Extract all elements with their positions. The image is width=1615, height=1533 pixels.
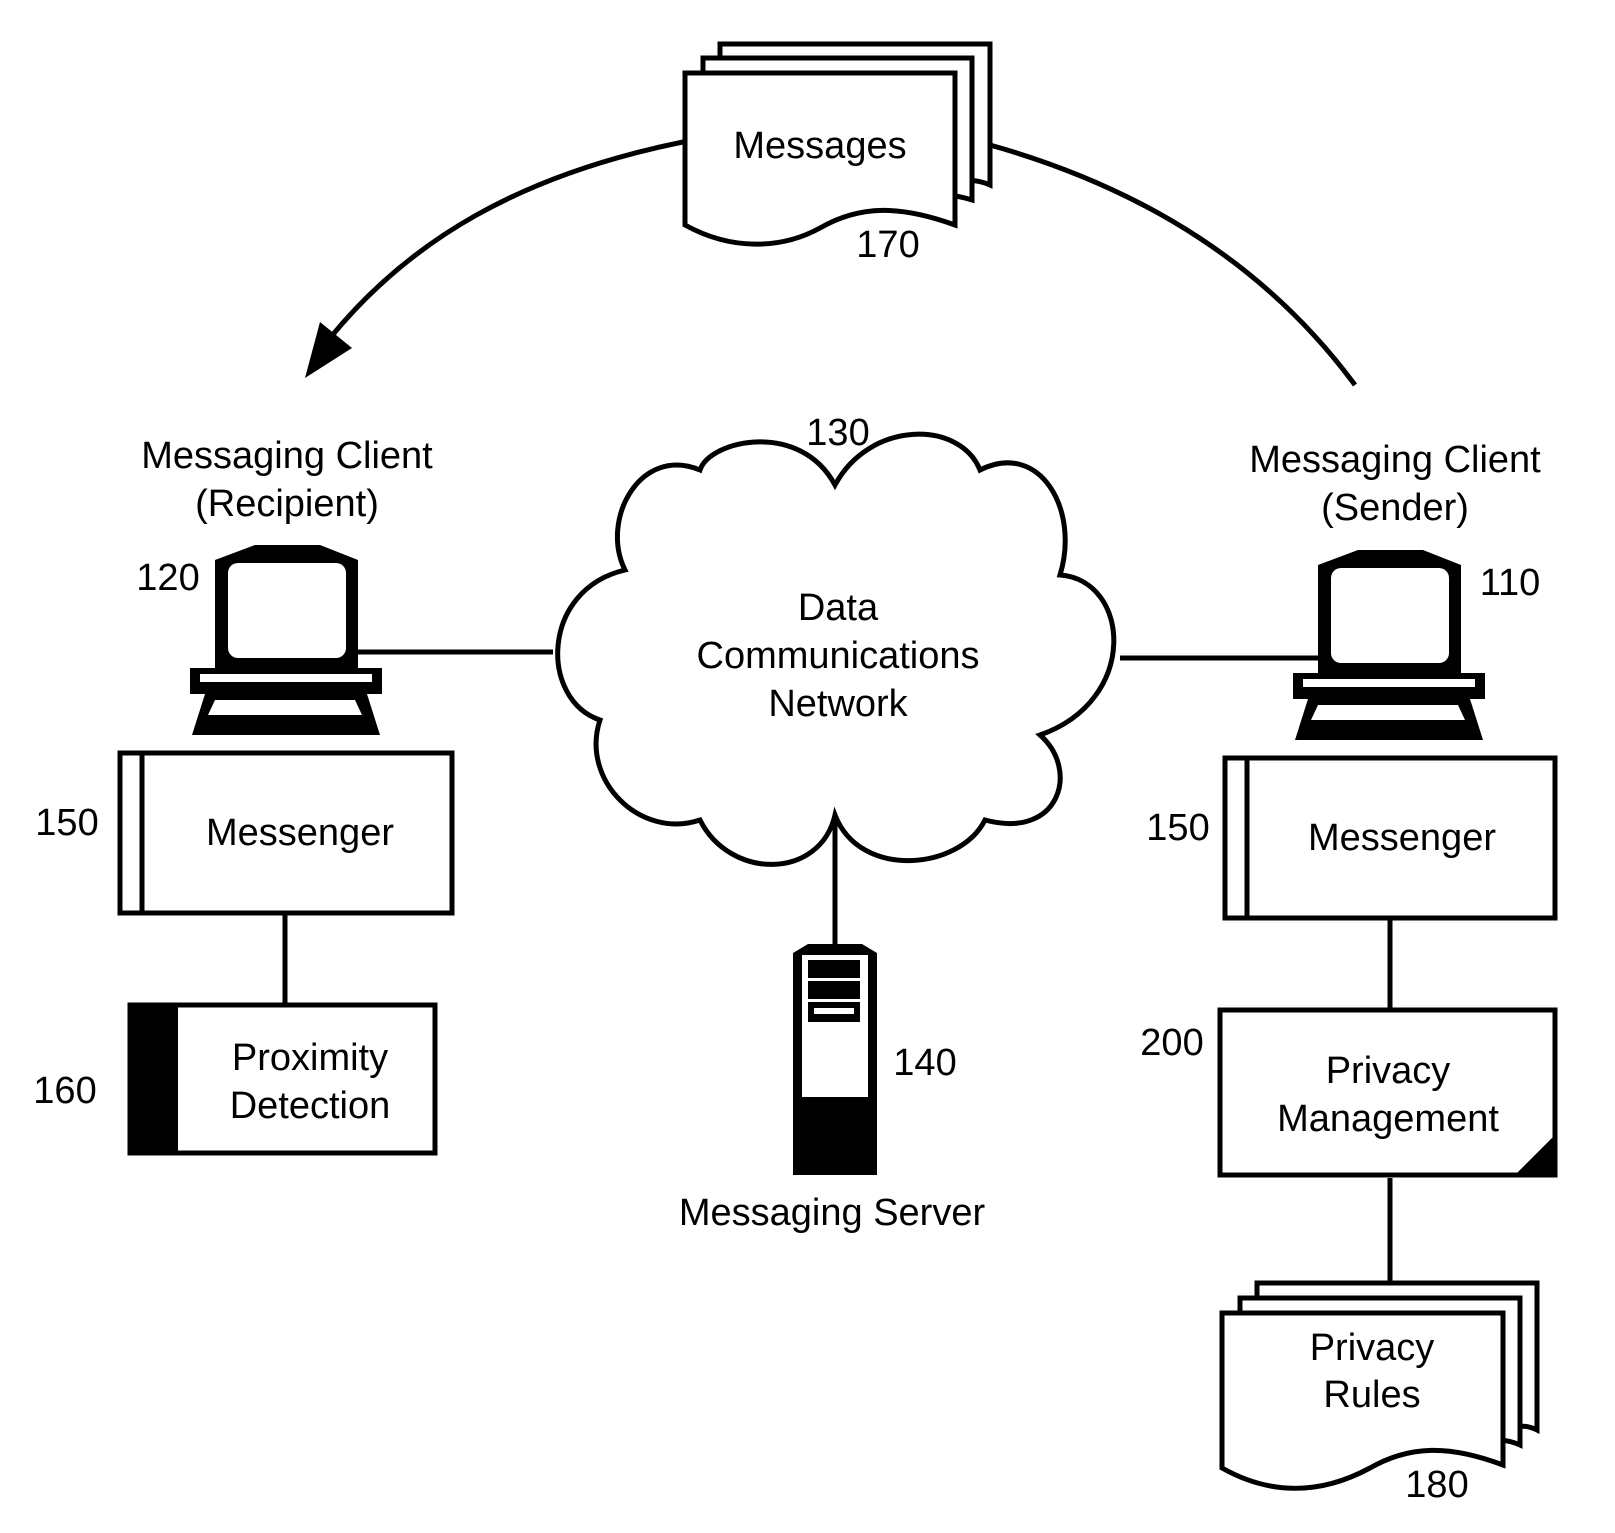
messages-label: Messages <box>733 125 906 167</box>
sender-title-line1: Messaging Client <box>1249 439 1541 481</box>
recipient-title-line1: Messaging Client <box>141 435 433 477</box>
computer-icon <box>1293 550 1485 740</box>
sender-client: Messaging Client (Sender) 110 <box>1249 439 1541 740</box>
messaging-server: 140 Messaging Server <box>679 944 986 1234</box>
proximity-detection: Proximity Detection 160 <box>33 1002 438 1156</box>
recipient-client: Messaging Client (Recipient) 120 <box>136 435 433 735</box>
sender-title-line2: (Sender) <box>1321 487 1469 529</box>
messenger-left: Messenger 150 <box>35 750 455 916</box>
privacy-rules-label-line2: Rules <box>1323 1374 1420 1416</box>
network-label-line2: Communications <box>697 635 980 677</box>
privacy-mgmt-label-line2: Management <box>1277 1098 1499 1140</box>
messenger-right: Messenger 150 <box>1146 755 1558 921</box>
messenger-left-label: Messenger <box>206 812 394 854</box>
network-label-line3: Network <box>768 683 908 725</box>
computer-icon <box>190 545 382 735</box>
server-label: Messaging Server <box>679 1192 986 1234</box>
privacy-rules-ref: 180 <box>1405 1464 1468 1506</box>
flow-arc-left <box>328 139 684 340</box>
privacy-rules-label-line1: Privacy <box>1310 1327 1435 1369</box>
messages-document-stack: Messages 170 <box>682 41 993 266</box>
privacy-mgmt-ref: 200 <box>1140 1022 1203 1064</box>
messages-ref: 170 <box>856 224 919 266</box>
arrowhead-icon <box>305 322 352 378</box>
server-icon <box>793 944 877 1175</box>
messenger-left-ref: 150 <box>35 802 98 844</box>
privacy-mgmt-label-line1: Privacy <box>1326 1050 1451 1092</box>
network-label-line1: Data <box>798 587 879 629</box>
proximity-label-line2: Detection <box>230 1085 391 1127</box>
recipient-title-line2: (Recipient) <box>195 483 379 525</box>
messenger-right-ref: 150 <box>1146 807 1209 849</box>
sender-ref: 110 <box>1480 562 1541 604</box>
proximity-ref: 160 <box>33 1070 96 1112</box>
network-ref: 130 <box>806 412 869 454</box>
messaging-privacy-diagram: Messages 170 130 Data Communications Net… <box>33 41 1558 1506</box>
messenger-right-label: Messenger <box>1308 817 1496 859</box>
proximity-label-line1: Proximity <box>232 1037 388 1079</box>
recipient-ref: 120 <box>136 557 199 599</box>
server-ref: 140 <box>893 1042 956 1084</box>
privacy-management: Privacy Management 200 <box>1140 1007 1558 1178</box>
network-cloud: 130 Data Communications Network <box>555 412 1117 867</box>
flow-arc-right <box>989 142 1358 387</box>
privacy-rules-document-stack: Privacy Rules 180 <box>1219 1280 1540 1506</box>
